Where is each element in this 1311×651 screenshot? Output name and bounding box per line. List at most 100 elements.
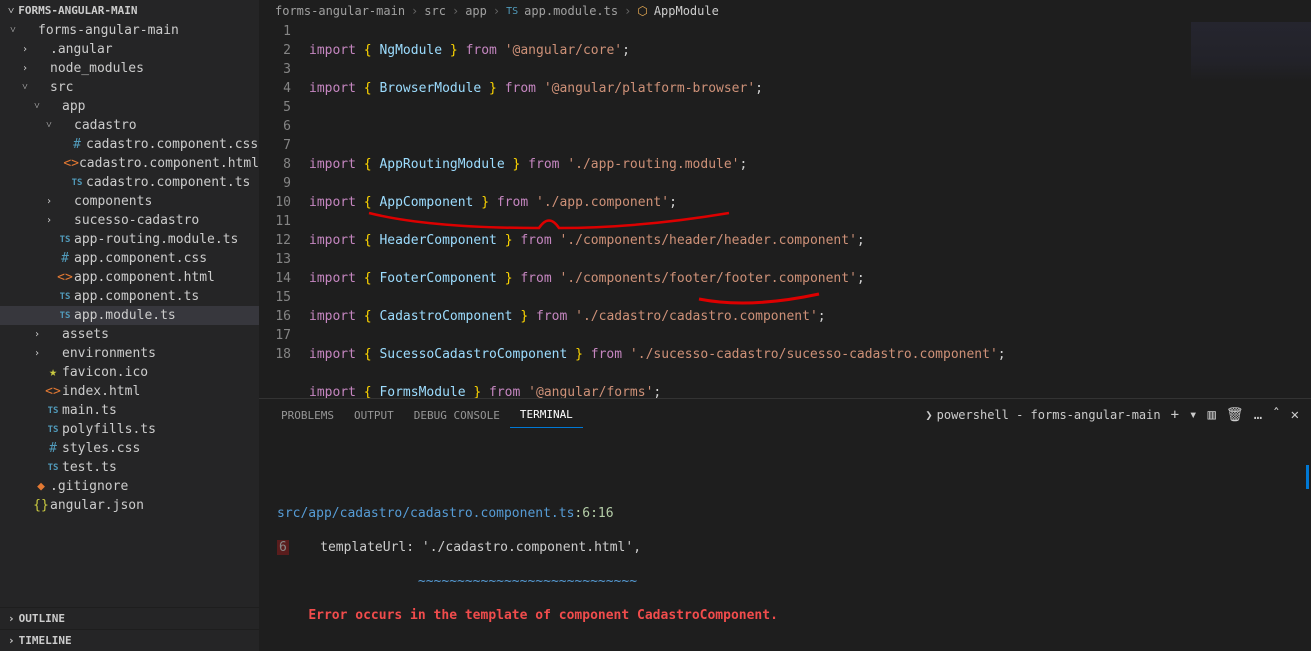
tab-output[interactable]: OUTPUT	[344, 403, 404, 428]
panel-tabs: PROBLEMS OUTPUT DEBUG CONSOLE TERMINAL ❯…	[259, 399, 1311, 431]
outline-section[interactable]: › OUTLINE	[0, 607, 259, 629]
tree-item-forms-angular-main[interactable]: ˅forms-angular-main	[0, 21, 259, 40]
tree-item-cadastro-component-html[interactable]: <>cadastro.component.html	[0, 154, 259, 173]
breadcrumb-item[interactable]: src	[424, 4, 446, 18]
tree-item-label: cadastro.component.ts	[86, 175, 259, 190]
tree-item-polyfills-ts[interactable]: TSpolyfills.ts	[0, 420, 259, 439]
tree-item-label: .angular	[50, 42, 259, 57]
tree-item-cadastro[interactable]: ˅ cadastro	[0, 116, 259, 135]
file-tree[interactable]: ˅forms-angular-main›.angular›node_module…	[0, 21, 259, 607]
tree-item-cadastro-component-ts[interactable]: TScadastro.component.ts	[0, 173, 259, 192]
tree-item-assets[interactable]: ›assets	[0, 325, 259, 344]
file-icon: #	[68, 137, 86, 152]
tree-item-app-routing-module-ts[interactable]: TSapp-routing.module.ts	[0, 230, 259, 249]
tree-item-index-html[interactable]: <>index.html	[0, 382, 259, 401]
chevron-right-icon: ›	[8, 634, 15, 647]
timeline-label: TIMELINE	[19, 634, 72, 647]
chevron-icon: ›	[42, 215, 56, 226]
file-icon: TS	[68, 178, 86, 188]
tree-item-components[interactable]: ›components	[0, 192, 259, 211]
tree-item-app-component-css[interactable]: #app.component.css	[0, 249, 259, 268]
chevron-icon: ˅	[18, 82, 32, 93]
tree-item-label: cadastro	[74, 118, 259, 133]
chevron-icon: ›	[42, 196, 56, 207]
tree-item-styles-css[interactable]: #styles.css	[0, 439, 259, 458]
file-icon: ◆	[32, 479, 50, 494]
explorer-title: FORMS-ANGULAR-MAIN	[18, 4, 137, 17]
tab-problems[interactable]: PROBLEMS	[271, 403, 344, 428]
code-editor[interactable]: 123456789101112131415161718 import { NgM…	[259, 22, 1311, 398]
tree-item-node-modules[interactable]: ›node_modules	[0, 59, 259, 78]
tree-item-test-ts[interactable]: TStest.ts	[0, 458, 259, 477]
tree-item-app-component-ts[interactable]: TSapp.component.ts	[0, 287, 259, 306]
chevron-icon: ˅	[30, 101, 44, 112]
file-icon: TS	[44, 406, 62, 416]
file-icon: TS	[44, 463, 62, 473]
tree-item-label: index.html	[62, 384, 259, 399]
tree-item-label: environments	[62, 346, 259, 361]
chevron-icon: ›	[18, 44, 32, 55]
tree-item-label: src	[50, 80, 259, 95]
tab-terminal[interactable]: TERMINAL	[510, 402, 583, 428]
file-icon: ★	[44, 365, 62, 380]
dropdown-icon[interactable]: ▾	[1189, 407, 1197, 423]
tree-item-label: polyfills.ts	[62, 422, 259, 437]
terminal-selector[interactable]: ❯ powershell - forms-angular-main	[925, 408, 1160, 422]
outline-label: OUTLINE	[19, 612, 65, 625]
code-content[interactable]: import { NgModule } from '@angular/core'…	[309, 22, 1311, 398]
ts-icon: TS	[506, 6, 518, 17]
kill-terminal-icon[interactable]: 🗑	[1226, 407, 1244, 423]
terminal-icon: ❯	[925, 408, 932, 422]
breadcrumb-item[interactable]: forms-angular-main	[275, 4, 405, 18]
chevron-right-icon: ›	[8, 612, 15, 625]
maximize-panel-icon[interactable]: ˆ	[1272, 407, 1280, 423]
tree-item-favicon-ico[interactable]: ★favicon.ico	[0, 363, 259, 382]
breadcrumb-item[interactable]: app.module.ts	[524, 4, 618, 18]
file-icon: {}	[32, 498, 50, 513]
chevron-icon: ˅	[42, 120, 56, 131]
tree-item-label: cadastro.component.css	[86, 137, 259, 152]
tree-item-label: angular.json	[50, 498, 259, 513]
chevron-down-icon: ˅	[8, 4, 14, 17]
tree-item-label: app.module.ts	[74, 308, 259, 323]
tree-item--gitignore[interactable]: ◆.gitignore	[0, 477, 259, 496]
split-terminal-icon[interactable]: ▥	[1207, 407, 1215, 423]
file-icon: TS	[56, 292, 74, 302]
tree-item-environments[interactable]: › environments	[0, 344, 259, 363]
tree-item-sucesso-cadastro[interactable]: ›sucesso-cadastro	[0, 211, 259, 230]
file-icon: TS	[56, 311, 74, 321]
tree-item--angular[interactable]: › .angular	[0, 40, 259, 59]
file-icon: <>	[63, 156, 79, 171]
tree-item-label: cadastro.component.html	[79, 156, 259, 171]
tree-item-label: app.component.css	[74, 251, 259, 266]
chevron-icon: ›	[30, 329, 44, 340]
new-terminal-icon[interactable]: +	[1171, 407, 1179, 423]
tree-item-app-module-ts[interactable]: TSapp.module.ts	[0, 306, 259, 325]
tree-item-label: favicon.ico	[62, 365, 259, 380]
close-panel-icon[interactable]: ✕	[1291, 407, 1299, 423]
file-explorer: ˅ FORMS-ANGULAR-MAIN ˅forms-angular-main…	[0, 0, 259, 651]
file-icon: #	[44, 441, 62, 456]
timeline-section[interactable]: › TIMELINE	[0, 629, 259, 651]
tree-item-app[interactable]: ˅app	[0, 97, 259, 116]
file-icon: <>	[44, 384, 62, 399]
chevron-icon: ›	[30, 348, 44, 359]
line-gutter: 123456789101112131415161718	[259, 22, 309, 398]
more-icon[interactable]: …	[1254, 407, 1262, 423]
tree-item-src[interactable]: ˅ src	[0, 78, 259, 97]
tab-debug-console[interactable]: DEBUG CONSOLE	[404, 403, 510, 428]
minimap[interactable]	[1191, 22, 1311, 122]
file-icon: TS	[56, 235, 74, 245]
breadcrumb-item[interactable]: AppModule	[654, 4, 719, 18]
tree-item-label: test.ts	[62, 460, 259, 475]
file-icon: #	[56, 251, 74, 266]
tree-item-cadastro-component-css[interactable]: #cadastro.component.css	[0, 135, 259, 154]
tree-item-angular-json[interactable]: {}angular.json	[0, 496, 259, 515]
breadcrumbs[interactable]: forms-angular-main› src› app› TS app.mod…	[259, 0, 1311, 22]
tree-item-label: forms-angular-main	[38, 23, 259, 38]
tree-item-main-ts[interactable]: TSmain.ts	[0, 401, 259, 420]
explorer-header[interactable]: ˅ FORMS-ANGULAR-MAIN	[0, 0, 259, 21]
tree-item-app-component-html[interactable]: <>app.component.html	[0, 268, 259, 287]
terminal-output[interactable]: src/app/cadastro/cadastro.component.ts:6…	[259, 431, 1311, 651]
breadcrumb-item[interactable]: app	[465, 4, 487, 18]
